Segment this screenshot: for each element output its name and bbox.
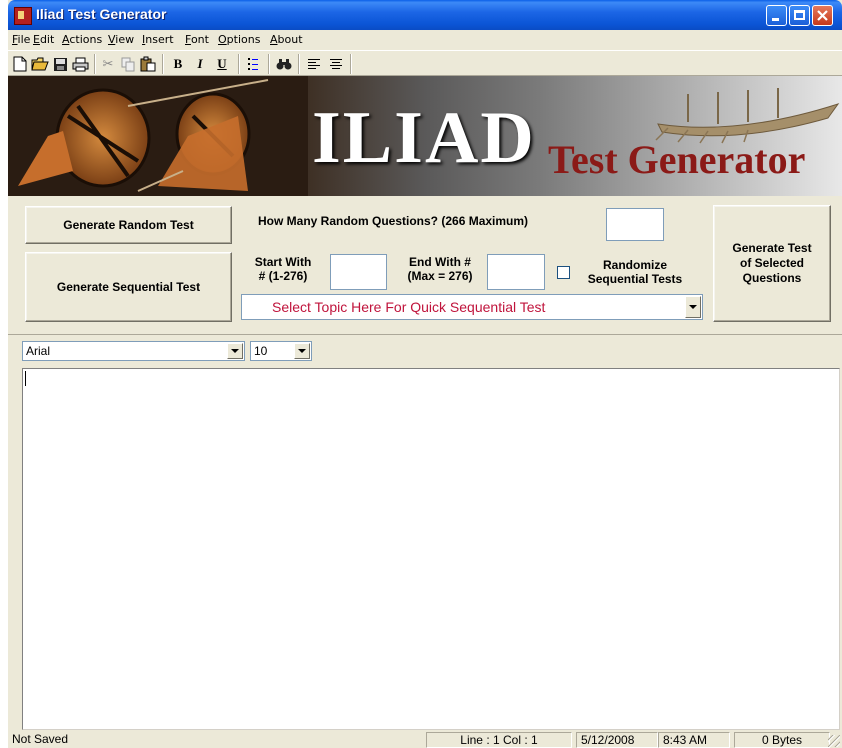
chevron-down-icon (231, 349, 239, 353)
maximize-button[interactable] (789, 5, 810, 26)
cut-button[interactable]: ✂ (98, 54, 118, 74)
copy-icon (121, 57, 134, 71)
menu-about[interactable]: About (270, 33, 303, 46)
generate-random-test-button[interactable]: Generate Random Test (25, 206, 232, 244)
bold-icon: B (173, 56, 183, 71)
close-button[interactable] (812, 5, 833, 26)
toolbar: ✂ B I U (8, 50, 842, 76)
find-icon (276, 59, 292, 70)
banner-title: ILIAD (312, 97, 536, 179)
status-date: 5/12/2008 (576, 732, 658, 748)
paste-icon (140, 56, 156, 72)
maximize-icon (794, 10, 805, 20)
menu-bar: File Edit Actions View Insert Font Optio… (8, 30, 842, 49)
minimize-icon (772, 18, 779, 21)
menu-actions[interactable]: Actions (62, 33, 102, 46)
randomize-checkbox[interactable] (557, 266, 570, 279)
topic-select-value: Select Topic Here For Quick Sequential T… (272, 299, 546, 315)
end-with-input[interactable] (487, 254, 545, 290)
find-button[interactable] (274, 54, 294, 74)
paste-button[interactable] (138, 54, 158, 74)
text-caret (25, 371, 26, 386)
font-size-dropdown-button[interactable] (294, 343, 310, 359)
font-family-value: Arial (26, 344, 51, 358)
center-icon (330, 59, 342, 69)
save-button[interactable] (50, 54, 70, 74)
start-with-input[interactable] (330, 254, 387, 290)
open-button[interactable] (30, 54, 50, 74)
italic-icon: I (197, 56, 203, 71)
window-title: Iliad Test Generator (36, 6, 167, 22)
font-size-value: 10 (254, 344, 268, 358)
save-icon (53, 57, 67, 71)
italic-button[interactable]: I (190, 54, 210, 74)
app-window: Iliad Test Generator File Edit Actions V… (8, 0, 842, 748)
end-with-label: End With # (Max = 276) (407, 255, 473, 283)
bullets-icon (248, 58, 258, 70)
banner-subtitle: Test Generator (548, 137, 806, 182)
title-bar[interactable]: Iliad Test Generator (8, 0, 842, 30)
minimize-button[interactable] (766, 5, 787, 26)
generate-sequential-test-button[interactable]: Generate Sequential Test (25, 252, 232, 322)
open-folder-icon (31, 57, 49, 71)
menu-insert[interactable]: Insert (142, 33, 174, 46)
randomize-label[interactable]: Randomize Sequential Tests (572, 258, 698, 286)
topic-select-dropdown-button[interactable] (685, 296, 701, 318)
menu-file[interactable]: File (12, 33, 30, 46)
new-document-icon (13, 56, 27, 72)
how-many-label: How Many Random Questions? (266 Maximum) (258, 214, 529, 228)
cut-icon: ✂ (102, 56, 114, 71)
menu-view[interactable]: View (108, 33, 134, 46)
app-icon[interactable] (14, 7, 32, 25)
how-many-input[interactable] (606, 208, 664, 241)
text-editor[interactable] (22, 368, 840, 730)
topic-select[interactable]: Select Topic Here For Quick Sequential T… (241, 294, 703, 320)
align-left-button[interactable] (304, 54, 324, 74)
font-family-dropdown-button[interactable] (227, 343, 243, 359)
menu-options[interactable]: Options (218, 33, 260, 46)
print-icon (72, 57, 88, 71)
font-size-select[interactable]: 10 (250, 341, 312, 361)
status-time: 8:43 AM (658, 732, 730, 748)
warrior-figures-image (8, 76, 308, 196)
underline-icon: U (217, 56, 227, 71)
chevron-down-icon (689, 305, 697, 309)
bold-button[interactable]: B (168, 54, 188, 74)
align-left-icon (308, 59, 320, 69)
close-icon (817, 10, 828, 21)
font-family-select[interactable]: Arial (22, 341, 245, 361)
status-saved: Not Saved (12, 732, 69, 746)
status-line-col: Line : 1 Col : 1 (426, 732, 572, 748)
banner-image: ILIAD Test Generator (8, 76, 842, 196)
status-bar: Not Saved Line : 1 Col : 1 5/12/2008 8:4… (8, 732, 842, 748)
status-bytes: 0 Bytes (734, 732, 830, 748)
generate-selected-test-button[interactable]: Generate Test of Selected Questions (713, 205, 831, 322)
menu-font[interactable]: Font (185, 33, 209, 46)
copy-button[interactable] (118, 54, 138, 74)
underline-button[interactable]: U (212, 54, 232, 74)
print-button[interactable] (70, 54, 90, 74)
generate-random-test-label: Generate Random Test (63, 218, 194, 232)
bullets-button[interactable] (244, 54, 264, 74)
resize-grip-icon[interactable] (828, 735, 840, 747)
ship-image (655, 88, 840, 144)
menu-edit[interactable]: Edit (33, 33, 54, 46)
start-with-label: Start With # (1-276) (254, 255, 312, 283)
generate-sequential-test-label: Generate Sequential Test (56, 280, 201, 294)
center-button[interactable] (326, 54, 346, 74)
font-bar: Arial 10 (8, 334, 842, 367)
new-button[interactable] (10, 54, 30, 74)
chevron-down-icon (298, 349, 306, 353)
